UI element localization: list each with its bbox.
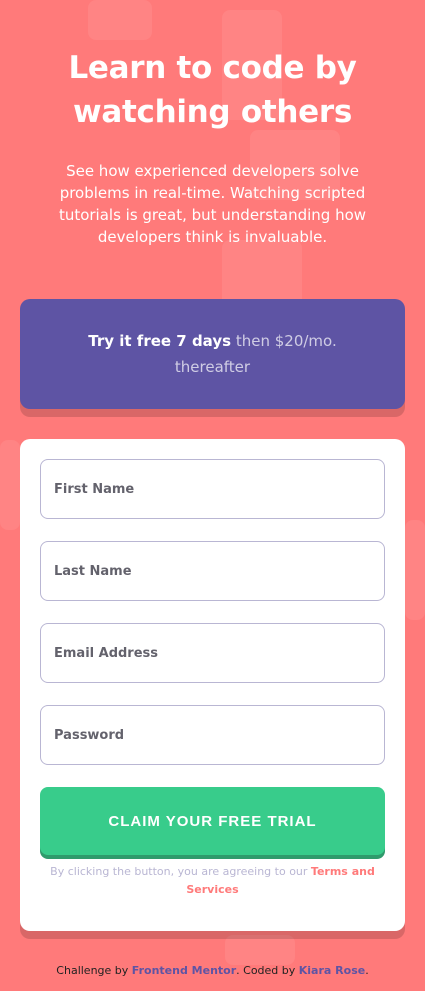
attribution-footer: Challenge by Frontend Mentor. Coded by K…	[0, 964, 425, 977]
trial-banner: Try it free 7 days then $20/mo. thereaft…	[20, 299, 405, 409]
claim-trial-button[interactable]: CLAIM YOUR FREE TRIAL	[40, 787, 385, 855]
email-input[interactable]	[52, 644, 384, 662]
terms-text: By clicking the button, you are agreeing…	[50, 865, 308, 878]
last-name-field[interactable]	[40, 541, 385, 601]
password-field[interactable]	[40, 705, 385, 765]
first-name-input[interactable]	[52, 480, 384, 498]
author-link[interactable]: Kiara Rose	[299, 964, 365, 977]
first-name-field[interactable]	[40, 459, 385, 519]
footer-middle: . Coded by	[236, 964, 296, 977]
last-name-input[interactable]	[52, 562, 384, 580]
password-input[interactable]	[52, 726, 384, 744]
hero-description: See how experienced developers solve pro…	[58, 162, 367, 246]
hero-section: Learn to code by watching others See how…	[0, 46, 425, 248]
footer-suffix: .	[365, 964, 369, 977]
footer-prefix: Challenge by	[56, 964, 129, 977]
frontend-mentor-link[interactable]: Frontend Mentor	[132, 964, 236, 977]
signup-form: CLAIM YOUR FREE TRIAL By clicking the bu…	[20, 439, 405, 931]
page-title: Learn to code by watching others	[68, 50, 357, 130]
email-field[interactable]	[40, 623, 385, 683]
terms-notice: By clicking the button, you are agreeing…	[40, 863, 385, 899]
trial-highlight: Try it free 7 days	[88, 332, 232, 350]
